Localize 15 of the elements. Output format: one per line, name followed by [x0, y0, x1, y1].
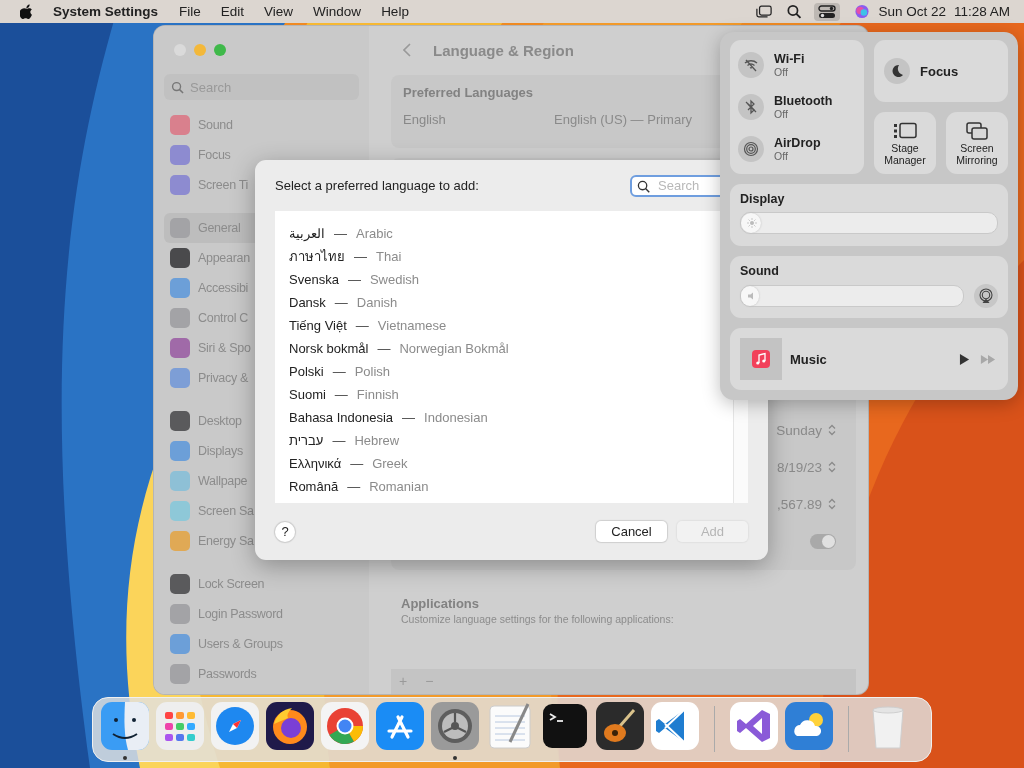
- window-title: Language & Region: [433, 41, 574, 59]
- section-heading: Applications: [401, 595, 480, 611]
- now-playing-title: Music: [790, 351, 827, 367]
- language-detail: English (US) — Primary: [554, 111, 692, 127]
- toggle-status: Off: [774, 150, 789, 162]
- toggle-status: Off: [774, 108, 789, 120]
- language-name: English: [403, 111, 446, 127]
- toggle-status: Off: [774, 66, 789, 78]
- section-description: Customize language settings for the following applications:: [401, 612, 675, 625]
- toggle-name: Bluetooth: [774, 94, 833, 108]
- toggle-name: Wi-Fi: [774, 52, 805, 66]
- section-heading: Preferred Languages: [403, 84, 535, 100]
- dialog-prompt: Select a preferred language to add:: [275, 178, 480, 193]
- module-title: Sound: [740, 264, 780, 278]
- toggle-name: AirDrop: [774, 136, 821, 150]
